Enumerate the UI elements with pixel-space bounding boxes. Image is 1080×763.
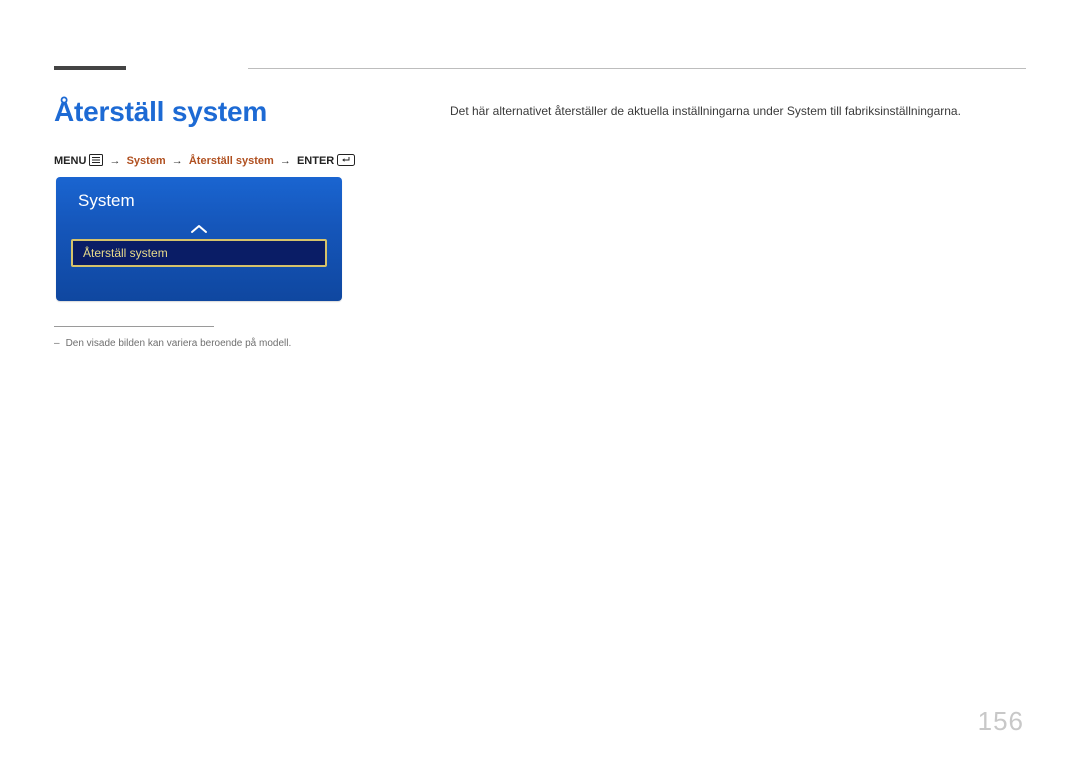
osd-selected-label: Återställ system [83, 246, 168, 260]
enter-icon [337, 154, 355, 166]
breadcrumb-system: System [127, 155, 166, 167]
footnote: –Den visade bilden kan variera beroende … [54, 338, 291, 349]
arrow-icon: → [280, 155, 291, 167]
header-rule-short [54, 66, 126, 70]
page-number: 156 [978, 706, 1024, 737]
header-rule-long [248, 68, 1026, 69]
footnote-dash: – [54, 338, 60, 349]
osd-selected-row[interactable]: Återställ system [71, 239, 327, 267]
breadcrumb: MENU → System → Återställ system → ENTER [54, 153, 355, 169]
arrow-icon: → [110, 155, 121, 167]
page-title: Återställ system [54, 96, 267, 128]
osd-panel-title: System [78, 191, 135, 211]
menu-icon [89, 154, 103, 166]
note-rule [54, 326, 214, 327]
page-description: Det här alternativet återställer de aktu… [450, 102, 961, 120]
breadcrumb-menu-label: MENU [54, 155, 86, 167]
footnote-text: Den visade bilden kan variera beroende p… [66, 338, 292, 349]
breadcrumb-reset: Återställ system [189, 155, 274, 167]
page-root: Återställ system Det här alternativet åt… [0, 0, 1080, 763]
arrow-icon: → [172, 155, 183, 167]
osd-panel: System Återställ system [56, 177, 342, 301]
chevron-up-icon[interactable] [190, 221, 208, 239]
breadcrumb-enter-label: ENTER [297, 155, 334, 167]
